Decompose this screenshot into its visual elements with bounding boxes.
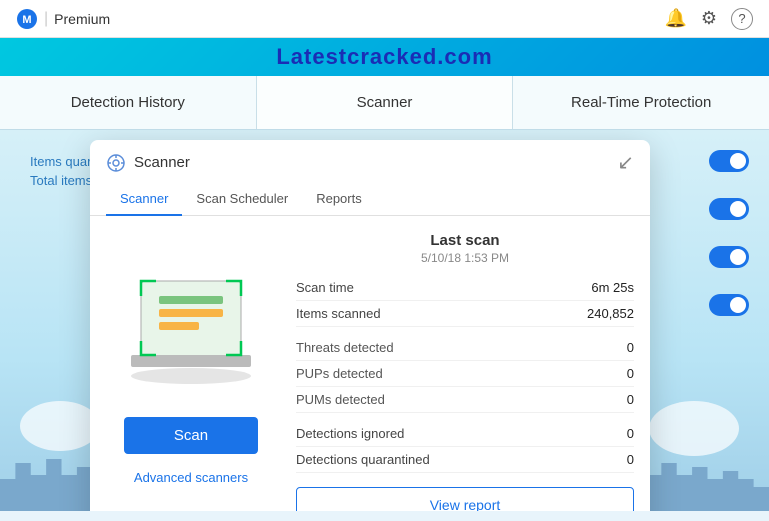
detections-ignored-label: Detections ignored (296, 426, 404, 441)
detections-ignored-row: Detections ignored 0 (296, 421, 634, 447)
modal-tab-reports[interactable]: Reports (302, 183, 376, 216)
watermark-text: Latestcracked.com (276, 44, 492, 69)
scan-time-row: Scan time 6m 25s (296, 275, 634, 301)
scan-illustration: Scan Advanced scanners (106, 232, 276, 511)
threats-detected-row: Threats detected 0 (296, 335, 634, 361)
modal-collapse-icon[interactable]: ↙ (617, 150, 634, 175)
toggle-4[interactable] (709, 294, 749, 316)
threats-detected-label: Threats detected (296, 340, 394, 355)
last-scan-header: Last scan 5/10/18 1:53 PM (296, 232, 634, 265)
help-icon[interactable]: ? (731, 8, 753, 30)
app-header: M | Premium 🔔 ⚙ ? (0, 0, 769, 38)
main-nav: Detection History Scanner Real-Time Prot… (0, 76, 769, 130)
detections-quarantined-label: Detections quarantined (296, 452, 430, 467)
pums-detected-label: PUMs detected (296, 392, 385, 407)
scan-button[interactable]: Scan (124, 417, 258, 454)
main-content: Items quaran... Total items i... (0, 130, 769, 511)
last-scan-date: 5/10/18 1:53 PM (296, 251, 634, 265)
advanced-scanners-link[interactable]: Advanced scanners (134, 470, 248, 485)
gear-icon[interactable]: ⚙ (701, 8, 717, 29)
items-scanned-value: 240,852 (587, 306, 634, 321)
modal-tab-scanner[interactable]: Scanner (106, 183, 182, 216)
view-report-button[interactable]: View report (296, 487, 634, 511)
modal-tab-scan-scheduler[interactable]: Scan Scheduler (182, 183, 302, 216)
tab-detection-history[interactable]: Detection History (0, 76, 257, 129)
modal-body: Scan Advanced scanners Last scan 5/10/18… (90, 216, 650, 511)
tab-real-time-protection[interactable]: Real-Time Protection (513, 76, 769, 129)
detections-ignored-value: 0 (627, 426, 634, 441)
scan-time-label: Scan time (296, 280, 354, 295)
threats-detected-value: 0 (627, 340, 634, 355)
modal-title-area: Scanner (106, 153, 190, 173)
modal-tabs: Scanner Scan Scheduler Reports (90, 183, 650, 216)
tab-scanner[interactable]: Scanner (257, 76, 514, 129)
toggle-3[interactable] (709, 246, 749, 268)
toggle-group (709, 150, 749, 316)
header-actions: 🔔 ⚙ ? (664, 8, 753, 30)
logo-icon: M (16, 8, 38, 30)
toggle-2[interactable] (709, 198, 749, 220)
cloud-right (649, 401, 739, 456)
pums-detected-value: 0 (627, 392, 634, 407)
watermark-bar: Latestcracked.com (0, 38, 769, 76)
svg-text:M: M (22, 14, 31, 26)
pups-detected-label: PUPs detected (296, 366, 383, 381)
bell-icon[interactable]: 🔔 (664, 8, 686, 29)
modal-header: Scanner ↙ (90, 140, 650, 175)
brand-separator: | (44, 10, 48, 28)
modal-title-text: Scanner (134, 154, 190, 171)
scan-info-panel: Last scan 5/10/18 1:53 PM Scan time 6m 2… (296, 232, 634, 511)
scanner-modal: Scanner ↙ Scanner Scan Scheduler Reports (90, 140, 650, 511)
pups-detected-row: PUPs detected 0 (296, 361, 634, 387)
pups-detected-value: 0 (627, 366, 634, 381)
brand-label: Premium (54, 11, 110, 27)
scanner-compass-icon (106, 153, 126, 173)
pums-detected-row: PUMs detected 0 (296, 387, 634, 413)
detections-quarantined-value: 0 (627, 452, 634, 467)
items-scanned-label: Items scanned (296, 306, 381, 321)
laptop-scan-graphic (111, 271, 271, 401)
detections-quarantined-row: Detections quarantined 0 (296, 447, 634, 473)
items-scanned-row: Items scanned 240,852 (296, 301, 634, 327)
toggle-1[interactable] (709, 150, 749, 172)
scan-time-value: 6m 25s (591, 280, 634, 295)
brand-area: M | Premium (16, 8, 110, 30)
last-scan-title: Last scan (296, 232, 634, 249)
cloud-left (20, 401, 100, 451)
